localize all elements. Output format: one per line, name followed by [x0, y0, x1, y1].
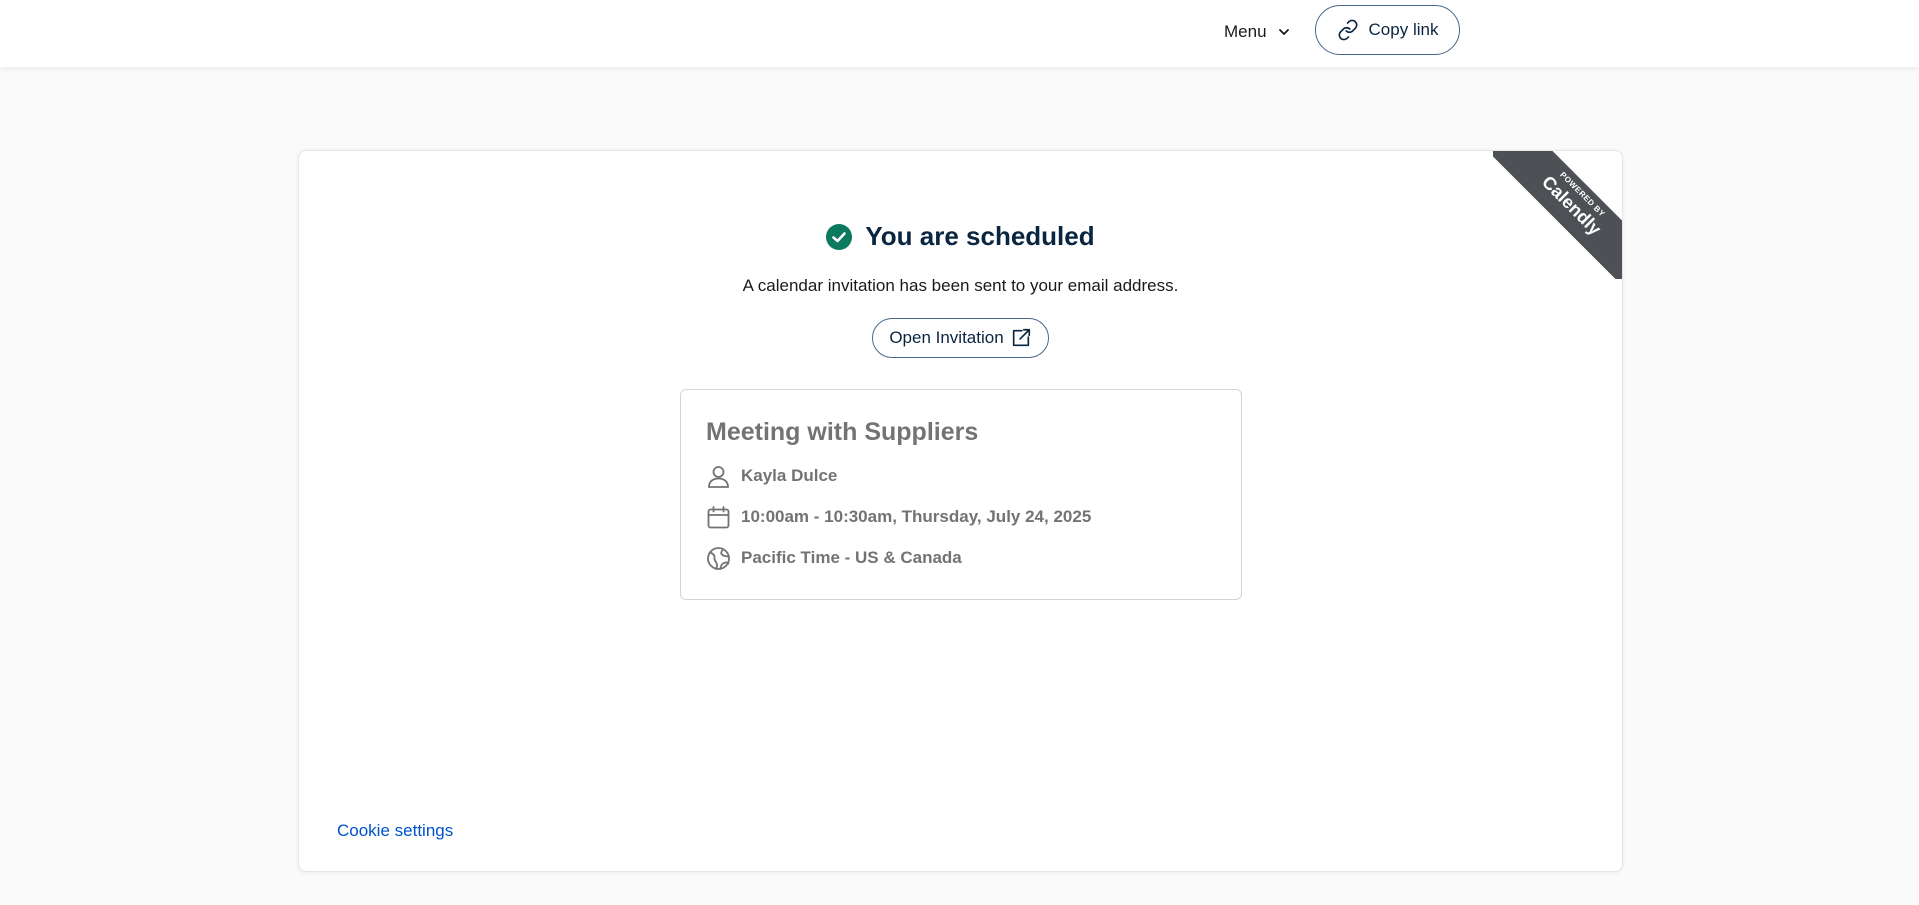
event-name: Meeting with Suppliers — [706, 418, 979, 446]
check-circle-icon — [826, 223, 853, 250]
powered-by-badge[interactable]: POWERED BY Calendly — [1493, 151, 1622, 279]
host-row: Kayla Dulce — [706, 461, 1217, 491]
host-name: Kayla Dulce — [741, 466, 838, 485]
menu-label: Menu — [1224, 22, 1267, 41]
copy-link-label: Copy link — [1368, 20, 1439, 39]
open-invitation-button[interactable]: Open Invitation — [872, 318, 1049, 358]
chevron-down-icon — [1278, 29, 1289, 35]
external-link-icon — [1012, 328, 1030, 347]
event-datetime: 10:00am - 10:30am, Thursday, July 24, 20… — [741, 507, 1092, 526]
powered-by-ribbon: POWERED BY Calendly — [1493, 151, 1622, 279]
copy-link-button[interactable]: Copy link — [1315, 5, 1460, 55]
confirmation-card: POWERED BY Calendly You are scheduled A … — [298, 150, 1623, 872]
person-icon — [708, 465, 729, 488]
menu-dropdown[interactable]: Menu — [1224, 18, 1291, 46]
event-details-box: Meeting with Suppliers Kayla Dulce 10:00… — [680, 389, 1242, 600]
calendar-icon — [707, 505, 730, 528]
link-icon — [1338, 19, 1358, 41]
top-bar: Menu Copy link — [0, 0, 1919, 67]
datetime-row: 10:00am - 10:30am, Thursday, July 24, 20… — [706, 502, 1217, 532]
cookie-settings-link[interactable]: Cookie settings — [337, 821, 453, 841]
open-invitation-label: Open Invitation — [889, 328, 1004, 347]
event-timezone: Pacific Time - US & Canada — [741, 548, 962, 567]
page-title: You are scheduled — [299, 221, 1622, 252]
title-text: You are scheduled — [865, 221, 1095, 251]
globe-icon — [707, 546, 730, 570]
subtitle: A calendar invitation has been sent to y… — [742, 276, 1179, 295]
timezone-row: Pacific Time - US & Canada — [706, 543, 1217, 573]
